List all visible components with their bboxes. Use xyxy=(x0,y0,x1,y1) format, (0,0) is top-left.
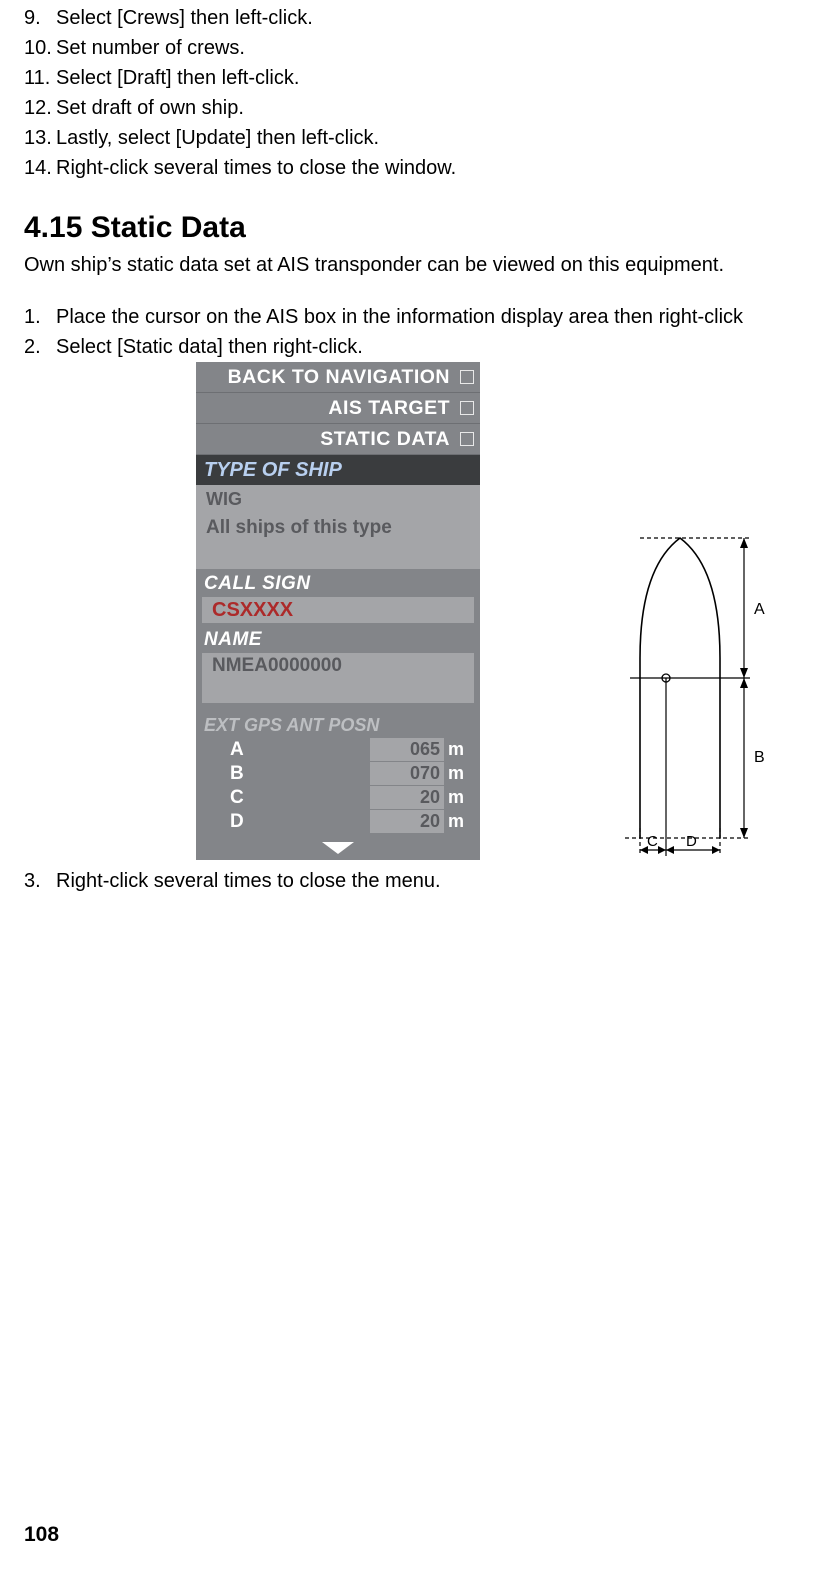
step-text: Right-click several times to close the m… xyxy=(56,866,441,896)
menu-item-back[interactable]: BACK TO NAVIGATION xyxy=(196,362,480,393)
ant-key: A xyxy=(230,739,260,761)
menu-top-items: BACK TO NAVIGATION AIS TARGET STATIC DAT… xyxy=(196,362,480,455)
call-sign-header: CALL SIGN xyxy=(196,569,480,595)
step-text: Set number of crews. xyxy=(56,33,245,63)
step-item: 10.Set number of crews. xyxy=(24,33,810,63)
step-number: 9. xyxy=(24,3,56,33)
ant-row: A 065m xyxy=(196,738,480,762)
ant-row: B 070m xyxy=(196,762,480,786)
step-item: 9.Select [Crews] then left-click. xyxy=(24,3,810,33)
menu-item-ais-target[interactable]: AIS TARGET xyxy=(196,393,480,424)
ant-row: C 20m xyxy=(196,786,480,810)
steps-list-a: 9.Select [Crews] then left-click. 10.Set… xyxy=(24,3,810,183)
ant-unit: m xyxy=(448,811,464,832)
steps-list-b: 1.Place the cursor on the AIS box in the… xyxy=(24,302,810,362)
step-item: 12.Set draft of own ship. xyxy=(24,93,810,123)
step-number: 10. xyxy=(24,33,56,63)
step-item: 13.Lastly, select [Update] then left-cli… xyxy=(24,123,810,153)
scroll-down-arrow[interactable] xyxy=(196,834,480,860)
step-text: Place the cursor on the AIS box in the i… xyxy=(56,302,743,332)
ship-label-b: B xyxy=(754,749,765,766)
static-data-menu: BACK TO NAVIGATION AIS TARGET STATIC DAT… xyxy=(196,362,480,860)
ant-unit: m xyxy=(448,763,464,784)
step-item: 14.Right-click several times to close th… xyxy=(24,153,810,183)
step-text: Right-click several times to close the w… xyxy=(56,153,456,183)
submenu-icon xyxy=(460,401,474,415)
section-intro: Own ship’s static data set at AIS transp… xyxy=(24,251,810,280)
type-of-ship-line2: All ships of this type xyxy=(196,513,480,569)
step-text: Set draft of own ship. xyxy=(56,93,244,123)
step-number: 13. xyxy=(24,123,56,153)
step-item: 1.Place the cursor on the AIS box in the… xyxy=(24,302,810,332)
ant-value: 070 xyxy=(370,762,444,785)
section-heading: 4.15 Static Data xyxy=(24,211,810,245)
ant-unit: m xyxy=(448,739,464,760)
ant-value: 065 xyxy=(370,738,444,761)
page-number: 108 xyxy=(24,1523,59,1547)
step-text: Select [Static data] then right-click. xyxy=(56,332,363,362)
step-item: 3.Right-click several times to close the… xyxy=(24,866,810,896)
submenu-icon xyxy=(460,370,474,384)
ant-key: C xyxy=(230,787,260,809)
type-of-ship-header: TYPE OF SHIP xyxy=(196,455,480,485)
menu-item-static-data[interactable]: STATIC DATA xyxy=(196,424,480,455)
step-item: 11.Select [Draft] then left-click. xyxy=(24,63,810,93)
ship-label-c: C xyxy=(647,833,658,850)
submenu-icon xyxy=(460,432,474,446)
ship-dimensions-diagram: A B C D xyxy=(620,528,780,858)
name-header: NAME xyxy=(196,625,480,651)
ant-posn-header: EXT GPS ANT POSN xyxy=(196,703,480,738)
menu-item-label: AIS TARGET xyxy=(328,397,450,420)
step-number: 14. xyxy=(24,153,56,183)
step-number: 11. xyxy=(24,63,56,93)
chevron-down-icon xyxy=(320,840,356,856)
step-text: Select [Crews] then left-click. xyxy=(56,3,313,33)
ship-label-a: A xyxy=(754,601,765,618)
blank-row xyxy=(202,679,474,703)
ant-key: B xyxy=(230,763,260,785)
ant-value: 20 xyxy=(370,786,444,809)
step-number: 3. xyxy=(24,866,56,896)
type-of-ship-line1: WIG xyxy=(196,485,480,513)
step-text: Select [Draft] then left-click. xyxy=(56,63,299,93)
call-sign-value: CSXXXX xyxy=(202,597,474,623)
step-item: 2.Select [Static data] then right-click. xyxy=(24,332,810,362)
menu-item-label: STATIC DATA xyxy=(320,428,450,451)
steps-list-c: 3.Right-click several times to close the… xyxy=(24,866,810,896)
step-number: 12. xyxy=(24,93,56,123)
ant-unit: m xyxy=(448,787,464,808)
step-text: Lastly, select [Update] then left-click. xyxy=(56,123,379,153)
figure-row: BACK TO NAVIGATION AIS TARGET STATIC DAT… xyxy=(196,362,810,860)
ship-label-d: D xyxy=(686,833,697,850)
name-value: NMEA0000000 xyxy=(202,653,474,679)
ant-row: D 20m xyxy=(196,810,480,834)
step-number: 1. xyxy=(24,302,56,332)
ant-key: D xyxy=(230,811,260,833)
step-number: 2. xyxy=(24,332,56,362)
ant-value: 20 xyxy=(370,810,444,833)
menu-item-label: BACK TO NAVIGATION xyxy=(228,366,450,389)
